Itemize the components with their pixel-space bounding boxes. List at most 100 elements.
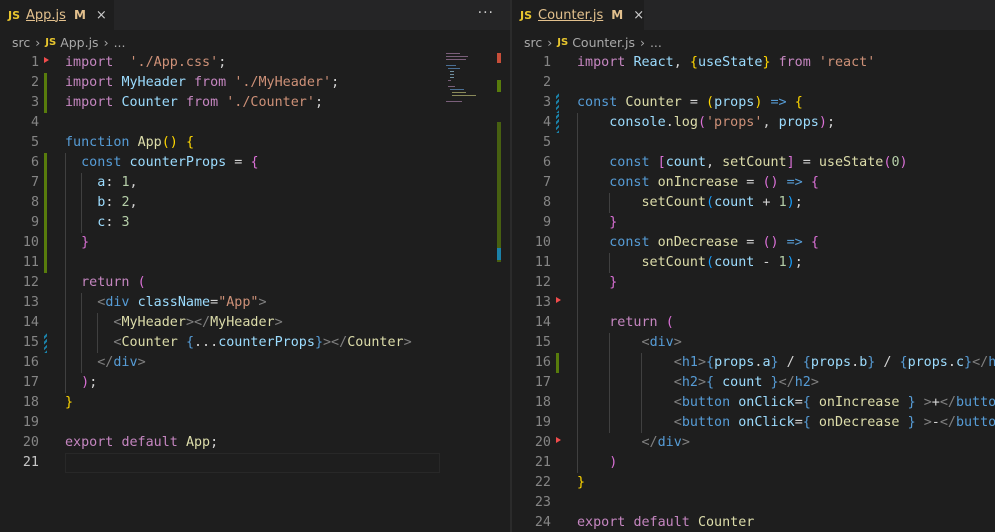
code-line[interactable]: 11 setCount(count - 1); bbox=[512, 253, 995, 273]
code-token: count bbox=[722, 375, 763, 390]
code-line[interactable]: 24 export default Counter bbox=[512, 513, 995, 532]
code-line[interactable]: 5 bbox=[512, 133, 995, 153]
code-text: ); bbox=[65, 373, 97, 393]
git-added-marker[interactable] bbox=[44, 193, 47, 213]
git-added-marker[interactable] bbox=[44, 93, 47, 113]
code-token: Counter bbox=[347, 335, 404, 350]
code-line[interactable]: 4 bbox=[0, 113, 510, 133]
git-deleted-marker[interactable] bbox=[44, 57, 49, 63]
code-editor-app-js[interactable]: 1 import './App.css'; 2 import MyHeader fro… bbox=[0, 53, 510, 473]
code-line[interactable]: 18 <button onClick={ onIncrease } >+</bu… bbox=[512, 393, 995, 413]
git-added-marker[interactable] bbox=[556, 353, 559, 373]
git-added-marker[interactable] bbox=[44, 173, 47, 193]
code-line[interactable]: 17 ); bbox=[0, 373, 510, 393]
js-file-icon: JS bbox=[8, 8, 21, 22]
vertical-scrollbar[interactable] bbox=[497, 122, 501, 262]
code-token: } bbox=[762, 55, 771, 70]
code-line[interactable]: 8 b: 2, bbox=[0, 193, 510, 213]
breadcrumb-file[interactable]: App.js bbox=[60, 35, 98, 50]
git-deleted-marker[interactable] bbox=[556, 437, 561, 443]
code-token: onDecrease bbox=[818, 415, 900, 430]
code-text: c: 3 bbox=[65, 213, 129, 233]
breadcrumb-folder[interactable]: src bbox=[12, 35, 30, 50]
minimap[interactable] bbox=[446, 53, 498, 103]
code-token: props bbox=[778, 115, 819, 130]
code-token: } bbox=[770, 375, 779, 390]
code-token: count bbox=[714, 255, 755, 270]
git-modified-marker[interactable] bbox=[44, 333, 47, 353]
close-icon[interactable]: × bbox=[96, 8, 107, 23]
code-line[interactable]: 22} bbox=[512, 473, 995, 493]
breadcrumb-symbol[interactable]: ... bbox=[650, 35, 662, 50]
code-line[interactable]: 10 } bbox=[0, 233, 510, 253]
git-added-marker[interactable] bbox=[44, 73, 47, 93]
breadcrumb-file[interactable]: Counter.js bbox=[572, 35, 635, 50]
git-added-marker[interactable] bbox=[44, 253, 47, 273]
tab-app-js[interactable]: JS App.js M × bbox=[0, 0, 114, 30]
code-line[interactable]: 16 <h1>{props.a} / {props.b} / {props.c}… bbox=[512, 353, 995, 373]
code-line[interactable]: 1 import './App.css'; bbox=[0, 53, 510, 73]
breadcrumb-folder[interactable]: src bbox=[524, 35, 542, 50]
code-line[interactable]: 17 <h2>{ count }</h2> bbox=[512, 373, 995, 393]
code-line[interactable]: 14 return ( bbox=[512, 313, 995, 333]
code-line[interactable]: 13 bbox=[512, 293, 995, 313]
breadcrumb-symbol[interactable]: ... bbox=[114, 35, 126, 50]
code-line[interactable]: 3 import Counter from './Counter'; bbox=[0, 93, 510, 113]
code-token: () bbox=[161, 135, 178, 150]
code-line[interactable]: 15 <div> bbox=[512, 333, 995, 353]
code-token: { bbox=[250, 155, 259, 170]
code-line[interactable]: 15 <Counter {...counterProps}></Counter> bbox=[0, 333, 510, 353]
code-line[interactable]: 6 const counterProps = { bbox=[0, 153, 510, 173]
git-added-marker[interactable] bbox=[44, 213, 47, 233]
code-line[interactable]: 21 bbox=[0, 453, 510, 473]
line-number: 3 bbox=[30, 95, 39, 110]
code-line[interactable]: 2 import MyHeader from './MyHeader'; bbox=[0, 73, 510, 93]
code-line[interactable]: 10 const onDecrease = () => { bbox=[512, 233, 995, 253]
code-line[interactable]: 9 } bbox=[512, 213, 995, 233]
code-line[interactable]: 12 } bbox=[512, 273, 995, 293]
code-line[interactable]: 8 setCount(count + 1); bbox=[512, 193, 995, 213]
code-editor-counter-js[interactable]: 1 import React, {useState} from 'react' 2 3… bbox=[512, 53, 995, 532]
code-line[interactable]: 19 bbox=[0, 413, 510, 433]
code-token: props bbox=[810, 355, 852, 370]
code-line[interactable]: 7 a: 1, bbox=[0, 173, 510, 193]
code-token: const bbox=[577, 95, 618, 110]
code-text: <div> bbox=[577, 333, 682, 353]
close-icon[interactable]: × bbox=[633, 8, 644, 23]
git-added-marker[interactable] bbox=[44, 233, 47, 253]
code-line[interactable]: 7 const onIncrease = () => { bbox=[512, 173, 995, 193]
code-line[interactable]: 16 </div> bbox=[0, 353, 510, 373]
code-token: count bbox=[665, 155, 706, 170]
code-line[interactable]: 12 return ( bbox=[0, 273, 510, 293]
js-file-icon: JS bbox=[520, 8, 533, 22]
code-line[interactable]: 20 </div> bbox=[512, 433, 995, 453]
code-line[interactable]: 21 ) bbox=[512, 453, 995, 473]
line-number: 15 bbox=[534, 335, 551, 350]
code-line[interactable]: 18} bbox=[0, 393, 510, 413]
code-line[interactable]: 1 import React, {useState} from 'react' bbox=[512, 53, 995, 73]
code-token: ; bbox=[794, 195, 803, 210]
code-line[interactable]: 23 bbox=[512, 493, 995, 513]
code-line[interactable]: 4 console.log('props', props); bbox=[512, 113, 995, 133]
git-modified-marker[interactable] bbox=[556, 113, 559, 133]
code-line[interactable]: 14 <MyHeader></MyHeader> bbox=[0, 313, 510, 333]
code-line[interactable]: 20 export default App; bbox=[0, 433, 510, 453]
git-modified-marker[interactable] bbox=[556, 93, 559, 113]
chevron-right-icon: › bbox=[103, 34, 109, 50]
code-line[interactable]: 6 const [count, setCount] = useState(0) bbox=[512, 153, 995, 173]
code-line[interactable]: 3 const Counter = (props) => { bbox=[512, 93, 995, 113]
tab-counter-js[interactable]: JS Counter.js M × bbox=[512, 0, 644, 30]
more-actions-icon[interactable]: ··· bbox=[478, 5, 494, 21]
git-added-marker[interactable] bbox=[44, 153, 47, 173]
code-line[interactable]: 9 c: 3 bbox=[0, 213, 510, 233]
code-line[interactable]: 5 function App() { bbox=[0, 133, 510, 153]
code-line[interactable]: 11 bbox=[0, 253, 510, 273]
code-line[interactable]: 2 bbox=[512, 73, 995, 93]
code-line[interactable]: 13 <div className="App"> bbox=[0, 293, 510, 313]
code-line[interactable]: 19 <button onClick={ onDecrease } >-</bu… bbox=[512, 413, 995, 433]
git-deleted-marker[interactable] bbox=[556, 297, 561, 303]
